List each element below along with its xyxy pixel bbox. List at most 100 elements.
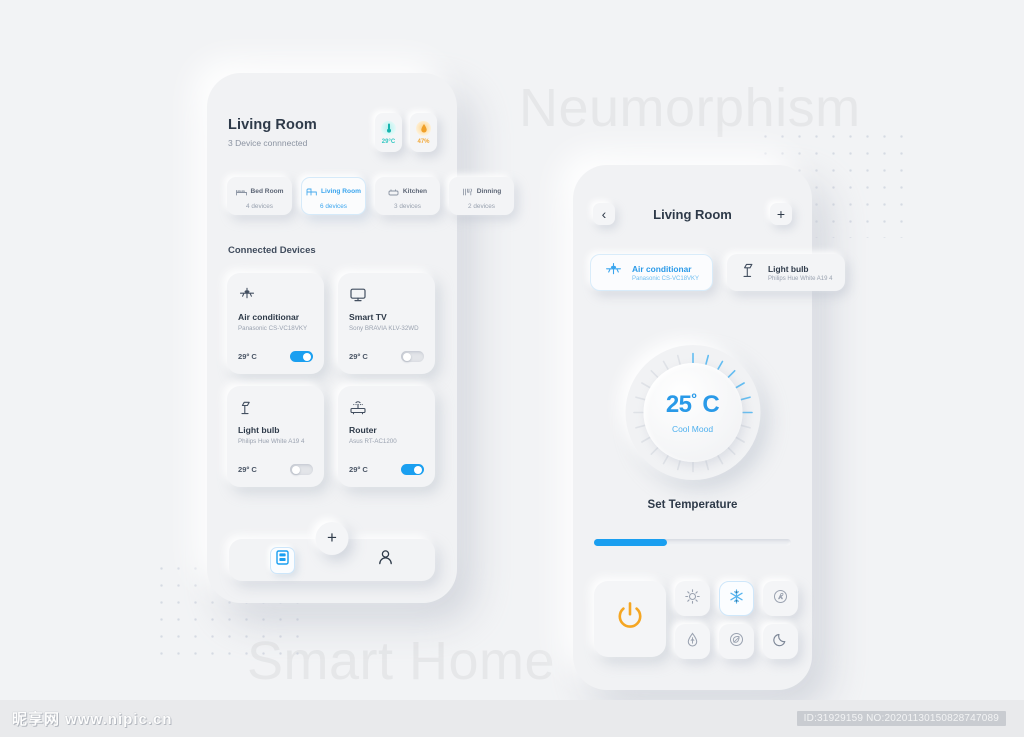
power-icon: [613, 600, 647, 639]
device-temperature: 29º C: [238, 352, 257, 361]
kitchen-icon: [388, 183, 399, 201]
air-conditioner-icon: [604, 262, 623, 284]
mode-button-eco[interactable]: [719, 624, 754, 659]
device-pill-model: Philips Hue White A19 4: [768, 275, 833, 282]
temperature-badge[interactable]: 29°C: [375, 113, 402, 152]
mode-button-fan[interactable]: [763, 581, 798, 616]
sun-icon: [685, 588, 700, 609]
tv-icon: [349, 285, 424, 305]
droplet-icon: [416, 120, 431, 136]
set-temperature-label: Set Temperature: [647, 499, 738, 511]
add-button[interactable]: +: [770, 203, 792, 225]
room-tab-label: Kitchen: [402, 188, 428, 195]
detail-header: ‹ Living Room +: [573, 201, 812, 227]
dial-temperature-value: 25º C: [665, 390, 720, 418]
device-toggle[interactable]: [401, 464, 424, 475]
device-selector-list: Air conditionar Panasonic CS-VC18VKY Lig…: [590, 254, 846, 291]
home-header: Living Room 3 Device connnected: [228, 117, 317, 148]
device-toggle[interactable]: [290, 351, 313, 362]
dining-icon: [462, 183, 473, 201]
dial-center: 25º C Cool Mood: [643, 363, 742, 462]
mode-button-cool[interactable]: [719, 581, 754, 616]
device-model: Panasonic CS-VC18VKY: [238, 325, 308, 332]
slider-fill: [594, 539, 667, 546]
watermark-id-text: ID:31929159 NO:20201130150828747089: [796, 711, 1006, 726]
device-pill-light-bulb[interactable]: Light bulb Philips Hue White A19 4: [727, 254, 846, 291]
room-tab-kitchen[interactable]: Kitchen 3 devices: [375, 177, 440, 215]
toggle-knob: [403, 352, 411, 361]
device-temperature: 29º C: [349, 465, 368, 474]
lamp-icon: [238, 398, 313, 418]
phone-screen-home: Living Room 3 Device connnected 29°C 47%: [207, 73, 514, 603]
device-name: Air conditionar: [238, 312, 300, 322]
room-tab-count: 4 devices: [246, 202, 273, 210]
page-title: Living Room: [228, 117, 317, 133]
mode-button-sleep[interactable]: [763, 624, 798, 659]
room-tab-count: 2 devices: [468, 202, 495, 210]
bed-icon: [235, 183, 247, 201]
droplet-icon: [685, 632, 700, 652]
room-tab-label: Bed Room: [250, 188, 284, 195]
room-tab-count: 3 devices: [394, 202, 421, 210]
humidity-value: 47%: [417, 138, 430, 145]
dashboard-icon: [276, 550, 289, 570]
humidity-badge[interactable]: 47%: [410, 113, 437, 152]
room-tab-bed-room[interactable]: Bed Room 4 devices: [227, 177, 292, 215]
detail-page-title: Living Room: [653, 206, 732, 222]
toggle-knob: [414, 465, 422, 474]
eco-icon: [729, 632, 744, 652]
room-tabs[interactable]: Bed Room 4 devices Living Room 6 devices: [227, 177, 514, 215]
mode-button-dry[interactable]: [675, 624, 710, 659]
temperature-dial[interactable]: 25º C Cool Mood: [625, 345, 760, 480]
router-icon: [349, 398, 424, 418]
section-title-connected-devices: Connected Devices: [228, 245, 316, 256]
air-conditioner-icon: [238, 285, 313, 305]
mode-button-grid: [675, 581, 798, 659]
device-model: Sony BRAVIA KLV-32WD: [349, 325, 419, 332]
room-tab-living-room[interactable]: Living Room 6 devices: [301, 177, 366, 215]
device-toggle[interactable]: [401, 351, 424, 362]
device-model: Philips Hue White A19 4: [238, 438, 305, 445]
device-toggle[interactable]: [290, 464, 313, 475]
fan-icon: [773, 589, 788, 609]
sensor-badges: 29°C 47%: [375, 113, 437, 152]
person-icon: [377, 549, 394, 571]
device-pill-name: Light bulb: [768, 263, 809, 274]
lamp-icon: [740, 262, 759, 284]
room-tab-count: 6 devices: [320, 202, 347, 210]
device-card-air-conditioner[interactable]: Air conditionar Panasonic CS-VC18VKY 29º…: [227, 273, 324, 374]
add-device-fab[interactable]: +: [315, 522, 349, 555]
thermometer-icon: [381, 120, 396, 136]
device-count-subtitle: 3 Device connnected: [228, 138, 308, 148]
connected-devices-grid: Air conditionar Panasonic CS-VC18VKY 29º…: [227, 273, 435, 487]
snowflake-icon: [729, 588, 744, 609]
device-name: Smart TV: [349, 312, 387, 322]
sofa-icon: [306, 183, 317, 201]
nav-item-dashboard[interactable]: [270, 546, 295, 574]
power-button[interactable]: [594, 581, 666, 657]
room-tab-label: Living Room: [321, 188, 361, 195]
screenshot-canvas: Neumorphism Smart Home Living Room 3 Dev…: [0, 0, 1024, 737]
temperature-slider[interactable]: [594, 539, 791, 546]
device-pill-model: Panasonic CS-VC18VKY: [632, 275, 700, 282]
room-tab-label: Dinning: [476, 188, 502, 195]
device-temperature: 29º C: [349, 352, 368, 361]
device-name: Router: [349, 425, 377, 435]
mode-button-heat[interactable]: [675, 581, 710, 616]
toggle-knob: [292, 465, 300, 474]
device-card-router[interactable]: Router Asus RT-AC1200 29º C: [338, 386, 435, 487]
phone-screen-device-detail: ‹ Living Room + Air conditionar Panasoni…: [573, 165, 846, 690]
watermark-logo: 昵享网 www.nipic.cn: [12, 711, 173, 728]
temperature-value: 29°C: [381, 138, 396, 145]
device-card-smart-tv[interactable]: Smart TV Sony BRAVIA KLV-32WD 29º C: [338, 273, 435, 374]
room-tab-dinning[interactable]: Dinning 2 devices: [449, 177, 514, 215]
dial-mood-label: Cool Mood: [671, 424, 714, 434]
device-pill-name: Air conditionar: [632, 263, 692, 274]
device-pill-air-conditioner[interactable]: Air conditionar Panasonic CS-VC18VKY: [590, 254, 714, 291]
device-card-light-bulb[interactable]: Light bulb Philips Hue White A19 4 29º C: [227, 386, 324, 487]
moon-icon: [773, 632, 788, 652]
back-button[interactable]: ‹: [593, 203, 615, 225]
nav-item-profile[interactable]: [377, 549, 394, 571]
device-temperature: 29º C: [238, 465, 257, 474]
device-model: Asus RT-AC1200: [349, 438, 397, 445]
